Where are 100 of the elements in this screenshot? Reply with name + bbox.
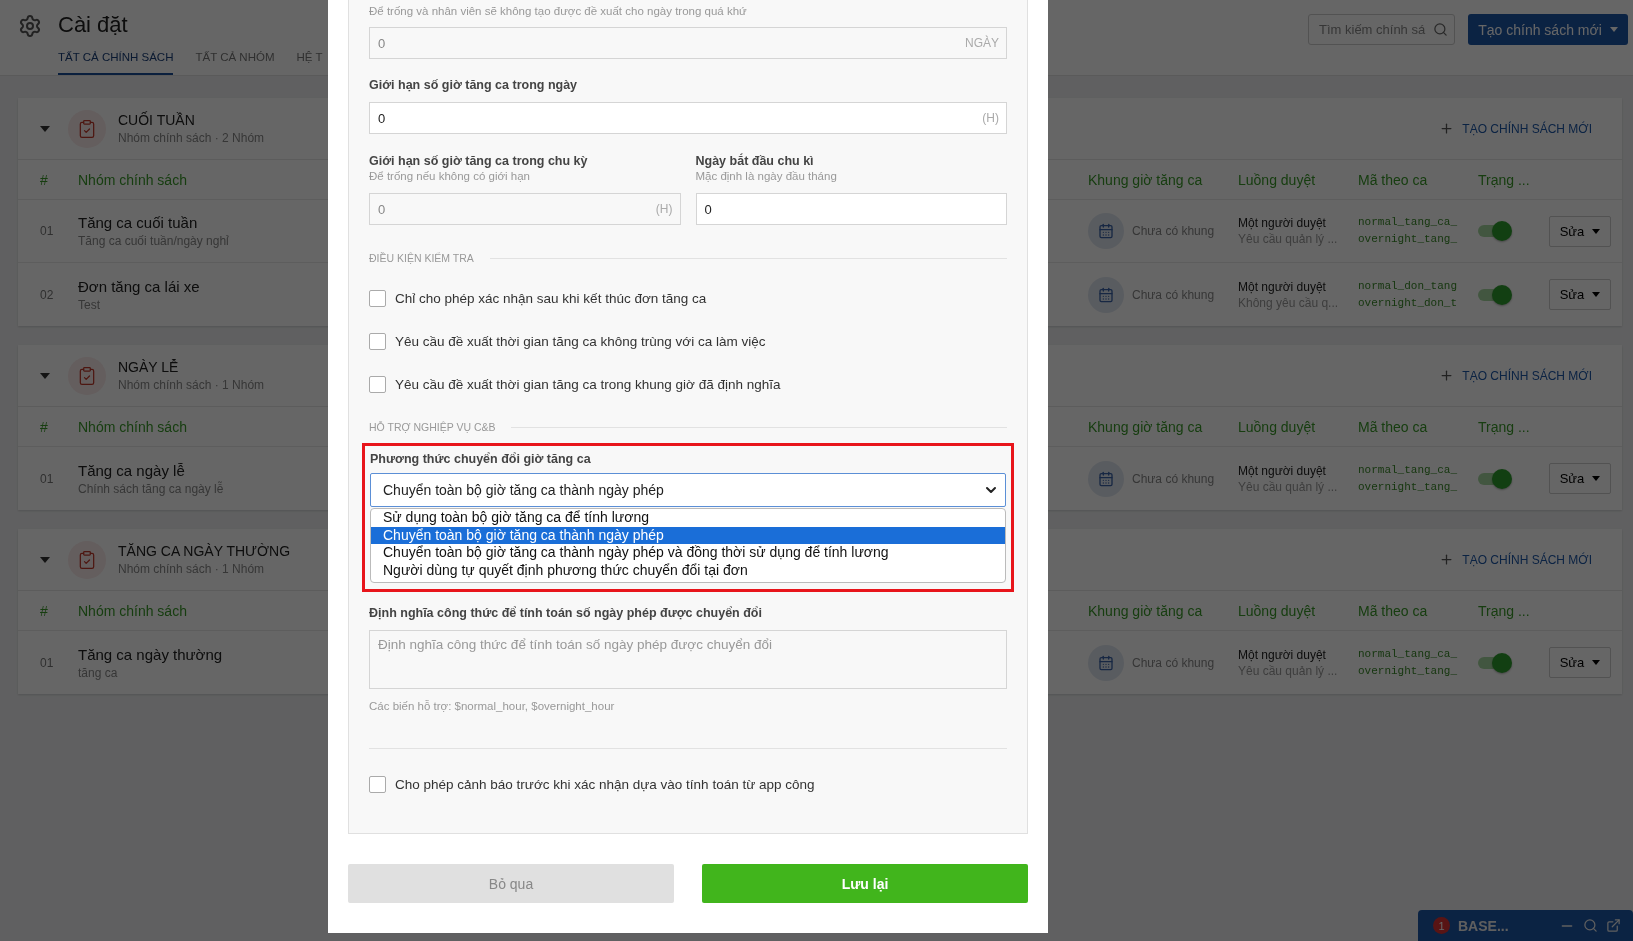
column-header: Mã theo ca <box>1358 418 1428 435</box>
edit-button[interactable]: Sửa <box>1549 279 1611 310</box>
column-header: Khung giờ tăng ca <box>1088 171 1203 188</box>
caret-icon[interactable] <box>40 125 50 132</box>
approval-flow: Một người duyệt <box>1238 216 1327 230</box>
shift-code: overnight_don_t <box>1358 295 1459 311</box>
save-button[interactable]: Lưu lại <box>702 864 1028 903</box>
checkbox-label: Yêu cầu đề xuất thời gian tăng ca không trùng với ca làm việc <box>395 334 766 349</box>
column-header: # <box>40 418 48 435</box>
field-hint: Để trống nếu không có giới hạn <box>369 169 531 184</box>
column-header: # <box>40 602 48 619</box>
dropdown-option[interactable]: Chuyển toàn bộ giờ tăng ca thành ngày phép và đồng thời sử dụng để tính lương <box>371 544 1005 562</box>
column-header: Trạng ... <box>1478 418 1530 435</box>
checkbox[interactable] <box>369 376 386 393</box>
search-icon[interactable] <box>1583 918 1598 933</box>
caret-icon <box>1592 476 1601 481</box>
section-title: HỖ TRỢ NGHIỆP VỤ C&B <box>369 421 496 433</box>
edit-button[interactable]: Sửa <box>1549 647 1611 678</box>
create-policy-link[interactable]: TẠO CHÍNH SÁCH MỚI <box>1462 121 1592 136</box>
caret-icon[interactable] <box>40 556 50 563</box>
caret-icon <box>1592 660 1601 665</box>
column-header: Khung giờ tăng ca <box>1088 418 1203 435</box>
dropdown-option[interactable]: Sử dụng toàn bộ giờ tăng ca để tính lương <box>371 509 1005 527</box>
column-header: Luồng duyệt <box>1238 418 1316 435</box>
chat-title: BASE... <box>1458 917 1510 934</box>
column-header: Mã theo ca <box>1358 171 1428 188</box>
unit-label: NGÀY <box>965 36 999 50</box>
policy-name: Đơn tăng ca lái xe <box>78 277 200 295</box>
search-icon <box>1433 22 1448 37</box>
caret-icon <box>1592 228 1601 234</box>
input-field[interactable]: 0 <box>695 193 1007 225</box>
formula-field[interactable]: Định nghĩa công thức để tính toán số ngày phép được chuyển đổi <box>369 630 1007 689</box>
unit-label: (H) <box>655 202 673 216</box>
field-label: Giới hạn số giờ tăng ca trong ngày <box>369 77 579 93</box>
group-title: NGÀY LỄ <box>118 359 180 375</box>
clipboard-icon <box>68 540 106 579</box>
column-header: Trạng ... <box>1478 602 1530 619</box>
caret-icon <box>1592 292 1601 297</box>
shift-code: overnight_tang_ <box>1358 663 1459 679</box>
field-label: Ngày bắt đầu chu kì <box>695 153 815 169</box>
plus-icon[interactable] <box>1439 552 1455 567</box>
field-hint: Các biến hỗ trợ: $normal_hour, $overnight_hour <box>369 699 616 714</box>
policy-name: Tăng ca ngày thường <box>78 645 223 663</box>
dropdown-select[interactable]: Chuyển toàn bộ giờ tăng ca thành ngày phép <box>370 473 1006 507</box>
shift-code: normal_tang_ca_ <box>1358 215 1459 230</box>
shift-code: overnight_tang_ <box>1358 479 1459 495</box>
field-label: Phương thức chuyển đổi giờ tăng ca <box>370 451 592 467</box>
edit-button[interactable]: Sửa <box>1549 463 1611 494</box>
shift-code: normal_don_tang <box>1358 278 1459 294</box>
chat-widget[interactable]: 1 BASE... <box>1418 910 1633 941</box>
caret-icon[interactable] <box>40 372 50 379</box>
section-title: ĐIỀU KIỆN KIỂM TRA <box>369 252 474 264</box>
shift-code: overnight_tang_ <box>1358 232 1459 247</box>
settings-icon[interactable] <box>18 14 42 38</box>
column-header: Mã theo ca <box>1358 602 1428 619</box>
calendar-icon <box>1088 644 1124 681</box>
page-title: Cài đặt <box>58 12 129 38</box>
clipboard-icon <box>68 356 106 395</box>
column-header: Luồng duyệt <box>1238 602 1316 619</box>
column-header: Trạng ... <box>1478 171 1530 188</box>
cancel-button[interactable]: Bỏ qua <box>348 864 674 903</box>
checkbox[interactable] <box>369 333 386 350</box>
column-header: Nhóm chính sách <box>78 602 187 619</box>
column-header: Nhóm chính sách <box>78 418 187 435</box>
caret-icon <box>1609 27 1618 32</box>
create-policy-button[interactable]: Tạo chính sách mới <box>1468 14 1628 45</box>
approval-flow: Một người duyệt <box>1238 647 1327 662</box>
dropdown-option[interactable]: Người dùng tự quyết định phương thức chuyển đổi tại đơn <box>371 561 1005 579</box>
approval-flow: Một người duyệt <box>1238 463 1327 478</box>
column-header: Luồng duyệt <box>1238 171 1316 188</box>
plus-icon[interactable] <box>1439 121 1455 136</box>
tab[interactable]: TẤT CẢ CHÍNH SÁCH <box>58 47 174 75</box>
field-label: Định nghĩa công thức để tính toán số ngày phép được chuyển đổi <box>369 605 763 621</box>
field-hint: Để trống và nhân viên sẽ không tạo được đề xuất cho ngày trong quá khứ <box>369 4 748 19</box>
shift-code: normal_tang_ca_ <box>1358 646 1459 662</box>
calendar-icon <box>1088 460 1124 497</box>
field-hint: Mặc định là ngày đầu tháng <box>695 169 838 184</box>
group-title: CUỐI TUẦN <box>118 112 196 128</box>
create-policy-link[interactable]: TẠO CHÍNH SÁCH MỚI <box>1462 368 1592 383</box>
field-label: Giới hạn số giờ tăng ca trong chu kỳ <box>369 153 589 169</box>
plus-icon[interactable] <box>1439 368 1455 383</box>
notification-badge: 1 <box>1433 917 1450 934</box>
dropdown-option[interactable]: Chuyển toàn bộ giờ tăng ca thành ngày phép <box>371 526 1005 544</box>
column-header: Khung giờ tăng ca <box>1088 602 1203 619</box>
clipboard-icon <box>68 109 106 148</box>
policy-name: Tăng ca ngày lễ <box>78 461 186 479</box>
checkbox[interactable] <box>369 776 386 793</box>
unit-label: (H) <box>982 111 999 125</box>
column-header: # <box>40 171 48 188</box>
edit-button[interactable]: Sửa <box>1549 215 1611 247</box>
create-policy-link[interactable]: TẠO CHÍNH SÁCH MỚI <box>1462 552 1592 567</box>
external-link-icon[interactable] <box>1606 918 1621 933</box>
group-title: TĂNG CA NGÀY THƯỜNG <box>118 543 291 559</box>
checkbox-label: Yêu cầu đề xuất thời gian tăng ca trong khung giờ đã định nghĩa <box>395 377 781 392</box>
shift-code: normal_tang_ca_ <box>1358 462 1459 478</box>
checkbox[interactable] <box>369 290 386 307</box>
checkbox-label: Cho phép cảnh báo trước khi xác nhận dựa vào tính toán từ app công <box>395 777 815 792</box>
calendar-icon <box>1088 276 1124 313</box>
column-header: Nhóm chính sách <box>78 171 187 188</box>
calendar-icon <box>1088 213 1124 249</box>
